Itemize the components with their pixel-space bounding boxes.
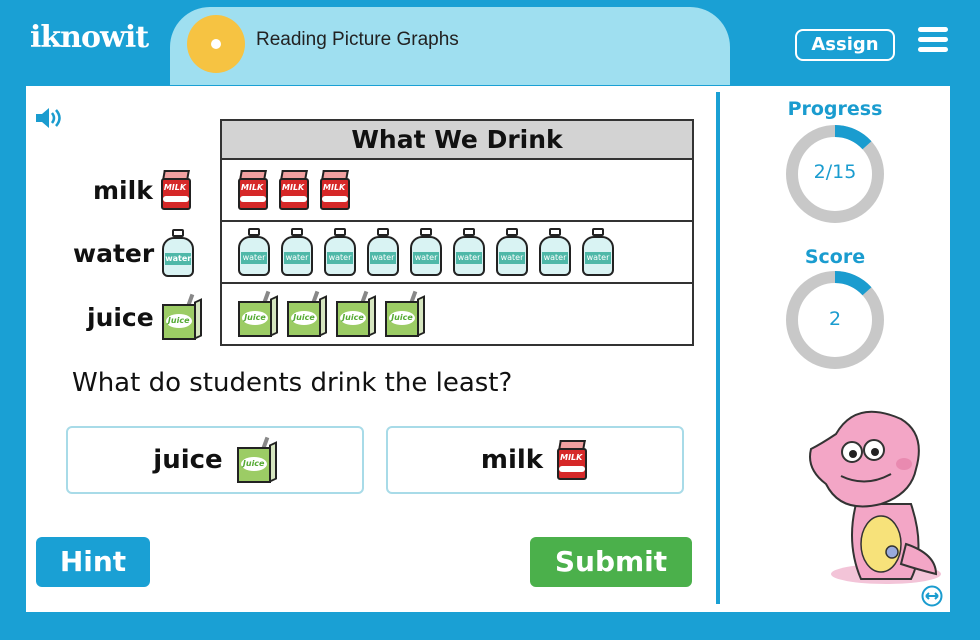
question-text: What do students drink the least? bbox=[72, 368, 513, 398]
dinosaur-mascot bbox=[809, 410, 941, 584]
score-value: 2 bbox=[828, 308, 842, 330]
speaker-icon[interactable] bbox=[34, 106, 64, 130]
water-bottle-icon: water bbox=[451, 228, 487, 276]
row-label-text: water bbox=[73, 238, 155, 268]
hamburger-menu-icon[interactable] bbox=[918, 27, 948, 53]
water-bottle-icon: water bbox=[322, 228, 358, 276]
row-label-water: water water bbox=[73, 229, 196, 277]
row-label-juice: juice Juice bbox=[87, 293, 202, 340]
juice-box-icon: Juice bbox=[285, 290, 327, 337]
graph-row-water: water water water water water water water water… bbox=[220, 220, 694, 284]
juice-box-icon: Juice bbox=[334, 290, 376, 337]
graph-row-juice: Juice Juice Juice Juice bbox=[220, 282, 694, 346]
lesson-title: Reading Picture Graphs bbox=[256, 29, 459, 50]
row-label-milk: milk MILK bbox=[93, 170, 193, 210]
hint-button[interactable]: Hint bbox=[36, 537, 150, 587]
water-bottle-icon: water bbox=[279, 228, 315, 276]
graph-row-milk: MILK MILK MILK bbox=[220, 158, 694, 222]
submit-button[interactable]: Submit bbox=[530, 537, 692, 587]
score-label: Score bbox=[804, 246, 866, 268]
picture-graph: What We Drink MILK MILK MILK water water wat… bbox=[220, 119, 694, 346]
row-label-text: milk bbox=[93, 175, 153, 205]
milk-carton-icon: MILK bbox=[277, 170, 311, 210]
title-dot-icon bbox=[187, 15, 245, 73]
water-bottle-icon: water bbox=[408, 228, 444, 276]
logo-text: iknowit bbox=[30, 20, 149, 55]
juice-box-icon: Juice bbox=[383, 290, 425, 337]
juice-box-icon: Juice bbox=[236, 290, 278, 337]
milk-carton-icon: MILK bbox=[236, 170, 270, 210]
assign-button[interactable]: Assign bbox=[795, 29, 895, 61]
juice-box-icon: Juice bbox=[160, 293, 202, 340]
water-bottle-icon: water bbox=[160, 229, 196, 277]
choice-label: juice bbox=[153, 445, 223, 475]
app-frame: iknowit Reading Picture Graphs Assign Wh… bbox=[0, 0, 980, 640]
resize-toggle-icon[interactable] bbox=[921, 585, 943, 607]
answer-choice-milk[interactable]: milk MILK bbox=[386, 426, 684, 494]
row-label-text: juice bbox=[87, 302, 154, 332]
main-panel: What We Drink MILK MILK MILK water water wat… bbox=[26, 86, 950, 612]
water-bottle-icon: water bbox=[236, 228, 272, 276]
milk-carton-icon: MILK bbox=[159, 170, 193, 210]
water-bottle-icon: water bbox=[494, 228, 530, 276]
panel-divider bbox=[716, 92, 720, 604]
water-bottle-icon: water bbox=[365, 228, 401, 276]
milk-carton-icon: MILK bbox=[318, 170, 352, 210]
milk-carton-icon: MILK bbox=[555, 440, 589, 480]
water-bottle-icon: water bbox=[580, 228, 616, 276]
choice-label: milk bbox=[480, 445, 544, 475]
juice-box-icon: Juice bbox=[235, 436, 277, 483]
progress-label: Progress bbox=[787, 98, 883, 120]
water-bottle-icon: water bbox=[537, 228, 573, 276]
answer-choice-juice[interactable]: juice Juice bbox=[66, 426, 364, 494]
graph-title: What We Drink bbox=[220, 119, 694, 160]
logo[interactable]: iknowit bbox=[30, 20, 149, 55]
progress-value: 2/15 bbox=[813, 161, 857, 183]
